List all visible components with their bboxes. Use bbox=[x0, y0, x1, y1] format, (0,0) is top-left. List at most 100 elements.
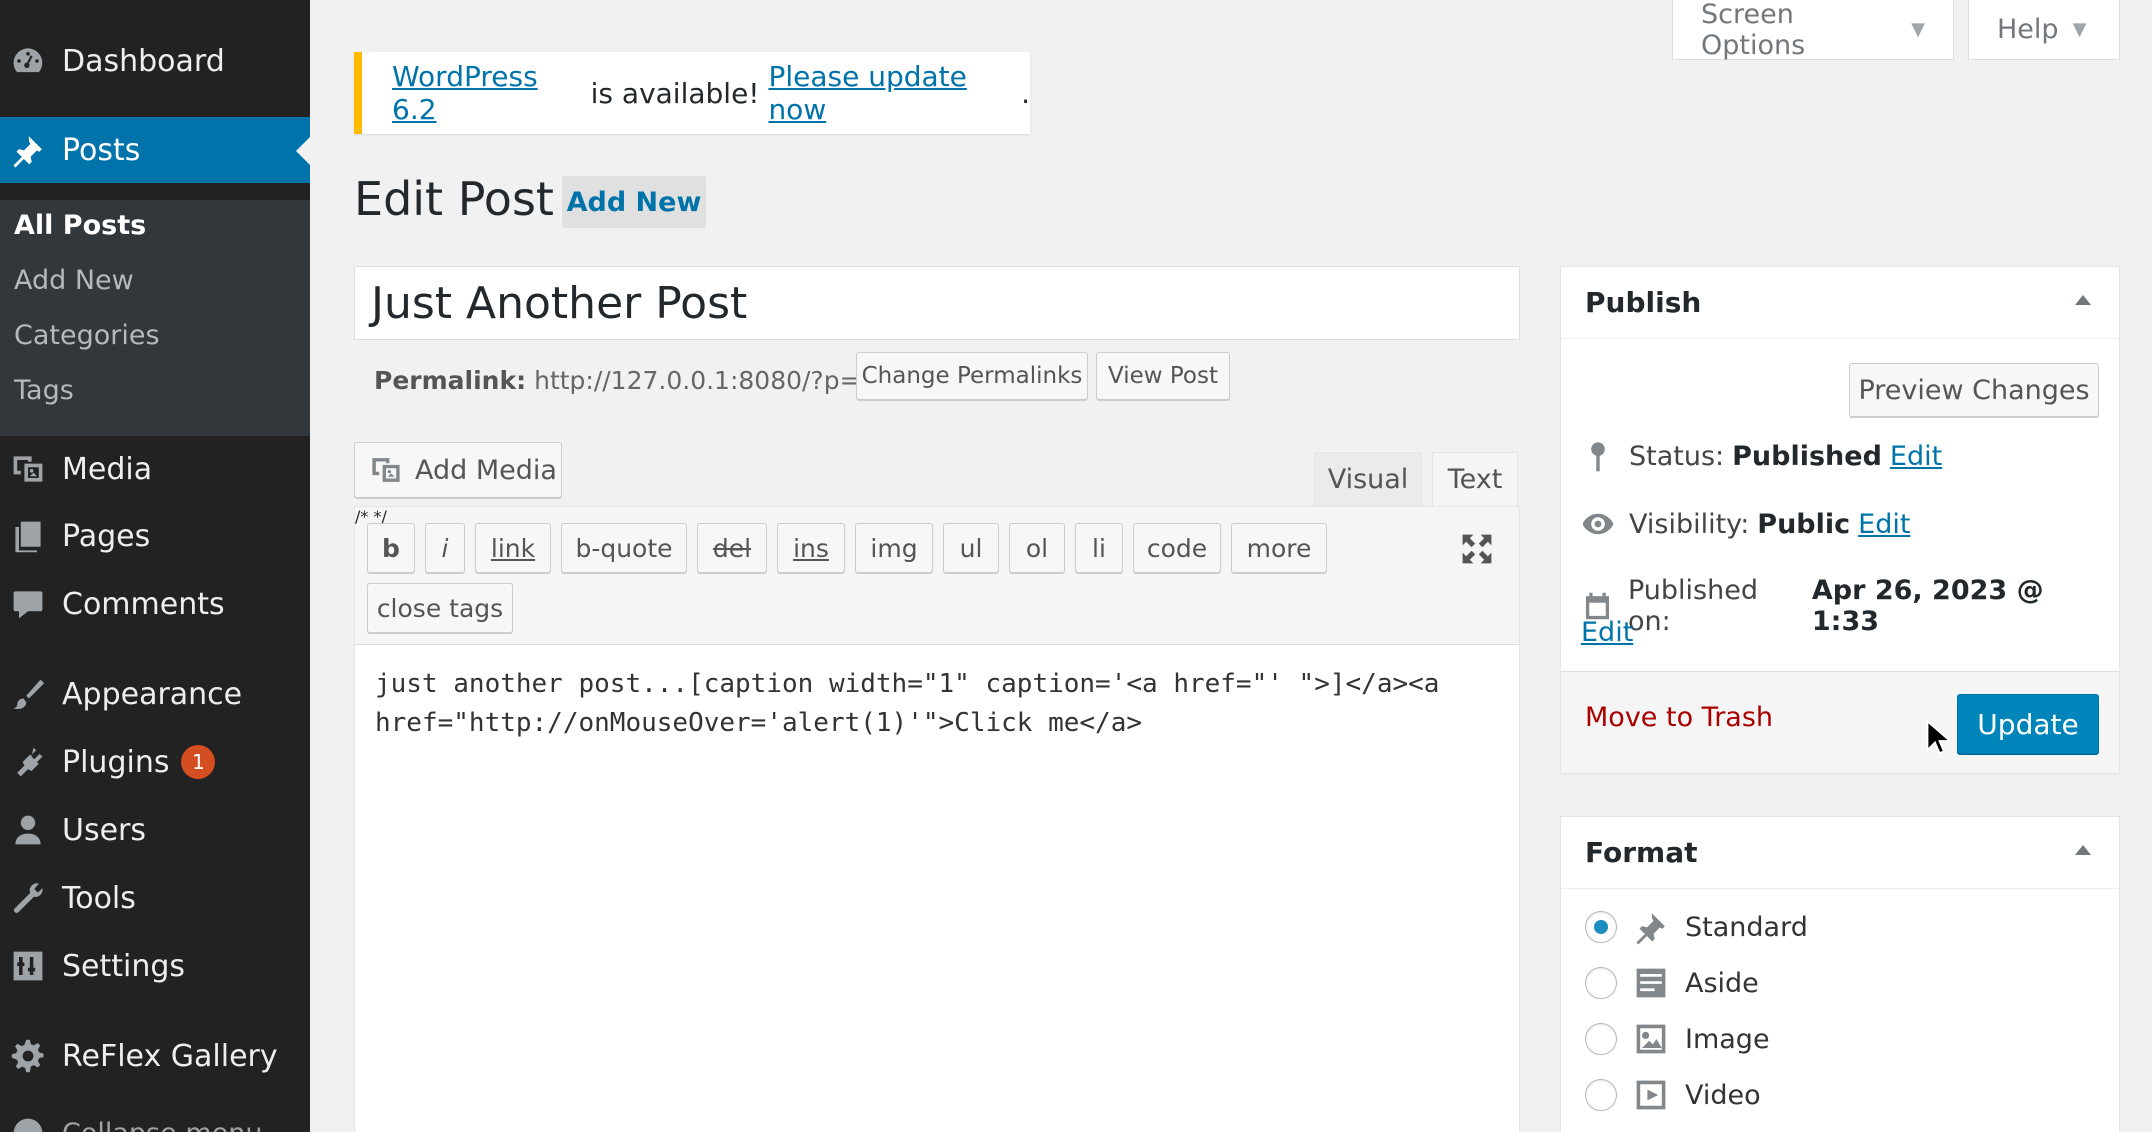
format-label-video: Video bbox=[1685, 1079, 1761, 1111]
menu-comments-label: Comments bbox=[62, 586, 225, 622]
help-label: Help bbox=[1997, 14, 2059, 45]
tab-visual[interactable]: Visual bbox=[1314, 452, 1422, 506]
qt-ol-button[interactable]: ol bbox=[1009, 523, 1065, 573]
published-on-label: Published on: bbox=[1627, 575, 1758, 637]
submenu-add-new[interactable]: Add New bbox=[14, 265, 134, 296]
format-label-image: Image bbox=[1685, 1023, 1770, 1055]
format-radio-video[interactable] bbox=[1585, 1079, 1617, 1111]
submenu-tags[interactable]: Tags bbox=[14, 375, 74, 406]
publish-box-header[interactable]: Publish bbox=[1561, 267, 2119, 339]
menu-tools-label: Tools bbox=[62, 880, 136, 916]
qt-ul-button[interactable]: ul bbox=[943, 523, 999, 573]
qt-bquote-button[interactable]: b-quote bbox=[561, 523, 687, 573]
notice-period: . bbox=[1021, 76, 1030, 110]
menu-appearance[interactable]: Appearance bbox=[0, 661, 310, 727]
menu-reflex-gallery[interactable]: ReFlex Gallery bbox=[0, 1023, 310, 1089]
format-radio-standard[interactable] bbox=[1585, 911, 1617, 943]
change-permalinks-button[interactable]: Change Permalinks bbox=[856, 352, 1088, 400]
video-icon bbox=[1636, 1080, 1666, 1110]
qt-code-button[interactable]: code bbox=[1133, 523, 1221, 573]
qt-li-button[interactable]: li bbox=[1075, 523, 1123, 573]
chevron-down-icon: ▼ bbox=[1911, 19, 1925, 40]
move-to-trash-link[interactable]: Move to Trash bbox=[1585, 702, 1773, 733]
collapse-toggle-icon[interactable] bbox=[2075, 295, 2091, 305]
plugins-update-badge: 1 bbox=[181, 745, 216, 779]
format-radio-image[interactable] bbox=[1585, 1023, 1617, 1055]
submenu-categories[interactable]: Categories bbox=[14, 320, 160, 351]
collapse-toggle-icon[interactable] bbox=[2075, 845, 2091, 855]
posts-submenu: All Posts Add New Categories Tags bbox=[0, 200, 310, 436]
format-option-video[interactable]: Video bbox=[1585, 1077, 1761, 1113]
dashboard-icon bbox=[8, 41, 48, 81]
menu-dashboard[interactable]: Dashboard bbox=[0, 28, 310, 94]
permalink-row: Permalink: http://127.0.0.1:8080/?p=39 bbox=[374, 356, 892, 404]
qt-more-button[interactable]: more bbox=[1231, 523, 1327, 573]
menu-media[interactable]: Media bbox=[0, 436, 310, 502]
format-option-standard[interactable]: Standard bbox=[1585, 909, 1808, 945]
aside-icon bbox=[1636, 968, 1666, 998]
visibility-row: Visibility: Public Edit bbox=[1581, 507, 1910, 541]
media-icon bbox=[8, 449, 48, 489]
wordpress-version-link[interactable]: WordPress 6.2 bbox=[392, 60, 582, 126]
pin-icon bbox=[1591, 442, 1605, 472]
format-box: Format Standard Aside Image Video bbox=[1560, 816, 2120, 1132]
submenu-all-posts[interactable]: All Posts bbox=[14, 210, 146, 241]
menu-media-label: Media bbox=[62, 451, 153, 487]
add-media-icon bbox=[372, 458, 400, 482]
pages-icon bbox=[8, 516, 48, 556]
visibility-value: Public bbox=[1757, 508, 1851, 540]
status-label: Status: bbox=[1629, 440, 1725, 472]
wrench-icon bbox=[8, 878, 48, 918]
plugin-icon bbox=[8, 742, 48, 782]
add-new-button[interactable]: Add New bbox=[562, 176, 706, 228]
update-now-link[interactable]: Please update now bbox=[768, 60, 1021, 126]
qt-ins-button[interactable]: ins bbox=[777, 523, 845, 573]
add-media-label: Add Media bbox=[415, 454, 557, 486]
permalink-url[interactable]: http://127.0.0.1:8080/?p=39 bbox=[534, 366, 892, 395]
format-option-aside[interactable]: Aside bbox=[1585, 965, 1759, 1001]
mouse-cursor-icon bbox=[1926, 720, 1950, 755]
menu-pages-label: Pages bbox=[62, 518, 151, 554]
format-option-image[interactable]: Image bbox=[1585, 1021, 1770, 1057]
fullscreen-icon[interactable] bbox=[1459, 531, 1495, 567]
edit-visibility-link[interactable]: Edit bbox=[1858, 509, 1910, 540]
admin-sidebar: Dashboard Posts All Posts Add New Catego… bbox=[0, 0, 310, 1132]
edit-status-link[interactable]: Edit bbox=[1890, 441, 1942, 472]
menu-users[interactable]: Users bbox=[0, 797, 310, 863]
chevron-down-icon: ▼ bbox=[2072, 19, 2087, 40]
gear-icon bbox=[8, 1036, 48, 1076]
format-box-header[interactable]: Format bbox=[1561, 817, 2119, 889]
comments-icon bbox=[8, 584, 48, 624]
publish-box: Publish Preview Changes Status: Publishe… bbox=[1560, 266, 2120, 774]
collapse-menu[interactable]: Collapse menu bbox=[0, 1100, 310, 1132]
menu-settings[interactable]: Settings bbox=[0, 933, 310, 999]
screen-options-tab[interactable]: Screen Options ▼ bbox=[1672, 0, 1954, 61]
tab-text[interactable]: Text bbox=[1432, 452, 1518, 506]
post-content-textarea[interactable]: just another post...[caption width="1" c… bbox=[375, 665, 1495, 743]
menu-users-label: Users bbox=[62, 812, 147, 848]
qt-img-button[interactable]: img bbox=[855, 523, 933, 573]
update-button[interactable]: Update bbox=[1957, 694, 2099, 754]
add-media-button[interactable]: Add Media bbox=[354, 442, 562, 498]
preview-changes-button[interactable]: Preview Changes bbox=[1849, 363, 2099, 417]
menu-plugins[interactable]: Plugins 1 bbox=[0, 729, 310, 795]
edit-date-link[interactable]: Edit bbox=[1581, 617, 1633, 648]
menu-comments[interactable]: Comments bbox=[0, 571, 310, 637]
permalink-label: Permalink: bbox=[374, 365, 527, 395]
format-radio-aside[interactable] bbox=[1585, 967, 1617, 999]
menu-tools[interactable]: Tools bbox=[0, 865, 310, 931]
text-editor: b i link b-quote del ins /* */ img ul ol… bbox=[354, 506, 1520, 1132]
paintbrush-icon bbox=[8, 674, 48, 714]
view-post-button[interactable]: View Post bbox=[1096, 352, 1230, 400]
help-tab[interactable]: Help ▼ bbox=[1968, 0, 2120, 60]
qt-link-button[interactable]: link bbox=[475, 523, 551, 573]
qt-bold-button[interactable]: b bbox=[367, 523, 415, 573]
qt-italic-button[interactable]: i bbox=[425, 523, 465, 573]
collapse-arrow-icon bbox=[8, 1113, 48, 1132]
qt-close-tags-button[interactable]: close tags bbox=[367, 583, 513, 633]
qt-del-button[interactable]: del bbox=[697, 523, 767, 573]
post-title-input[interactable]: Just Another Post bbox=[354, 266, 1520, 340]
menu-posts[interactable]: Posts bbox=[0, 117, 310, 183]
menu-pages[interactable]: Pages bbox=[0, 503, 310, 569]
published-on-value: Apr 26, 2023 @ 1:33 bbox=[1811, 575, 2044, 637]
